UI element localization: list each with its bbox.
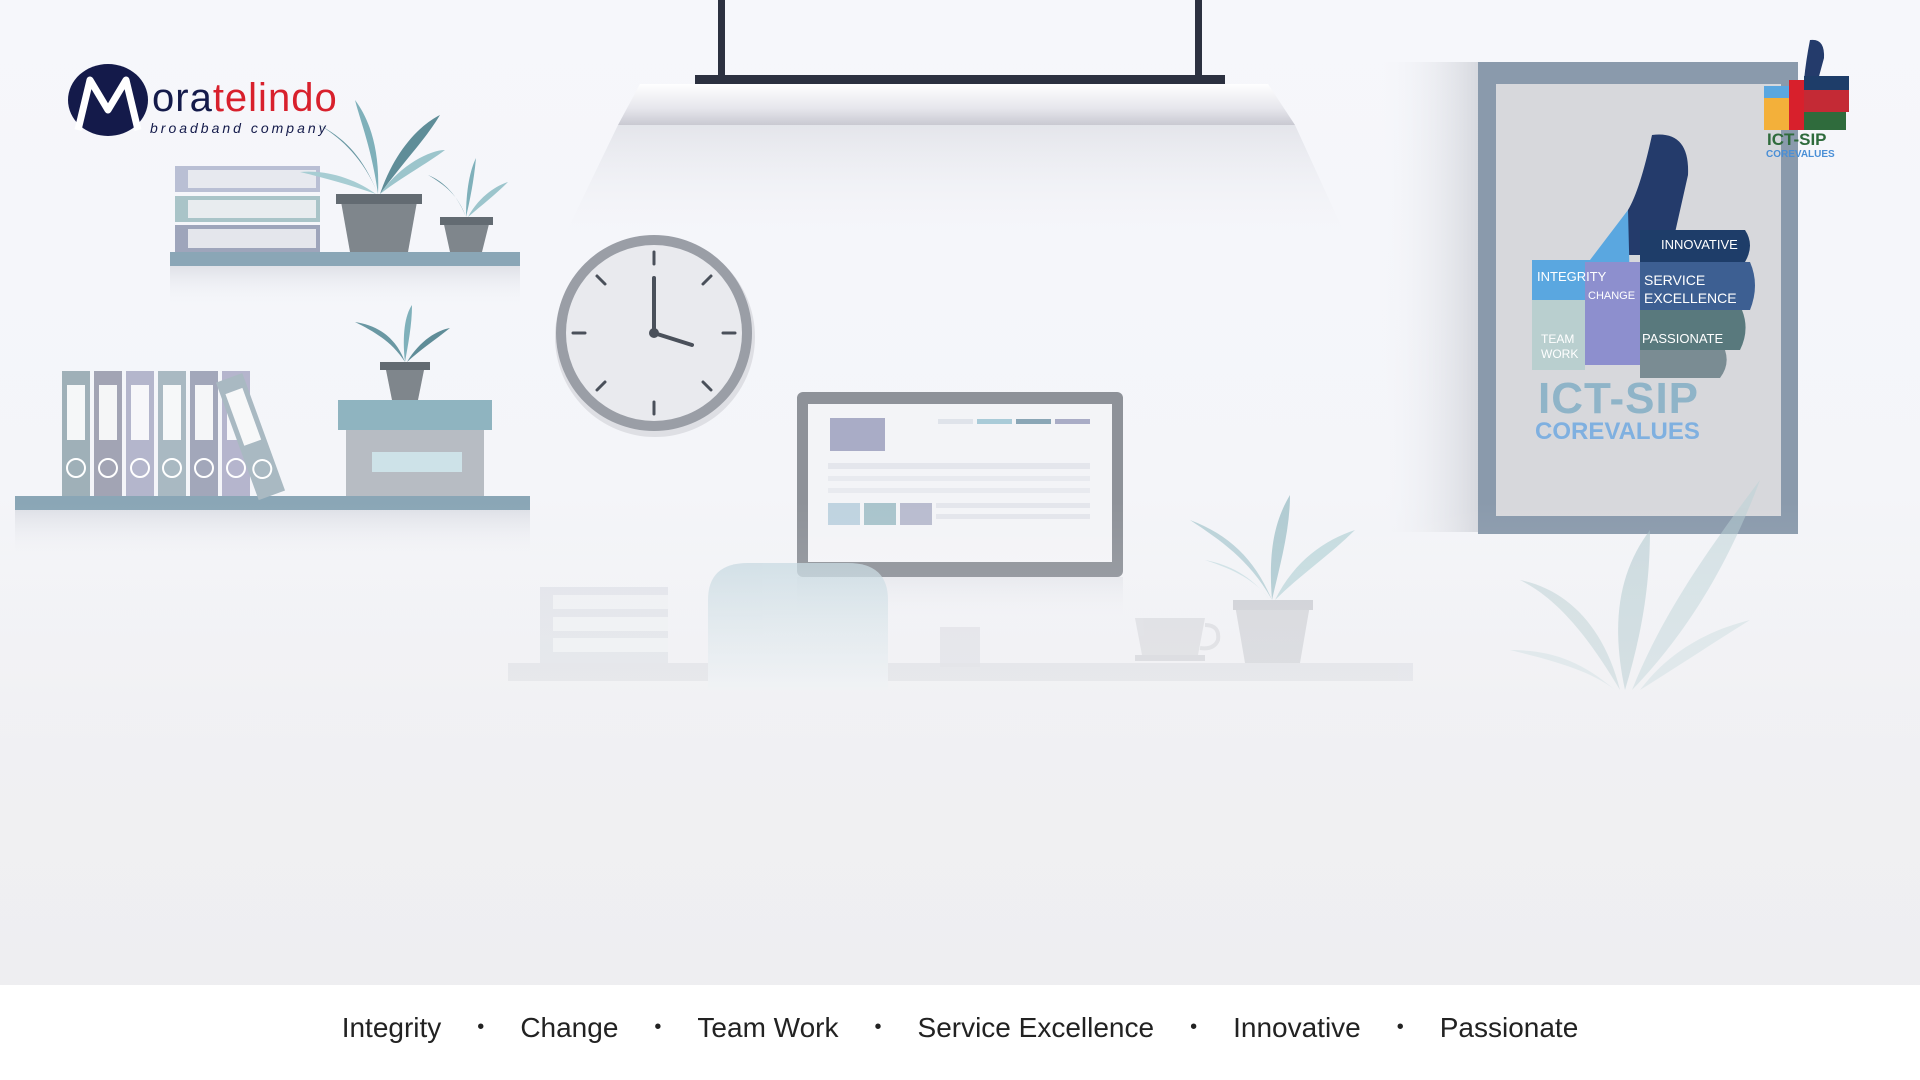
- poster-label-passionate: PASSIONATE: [1642, 331, 1724, 346]
- poster-label-work: WORK: [1541, 347, 1579, 361]
- poster-label-change: CHANGE: [1588, 290, 1636, 302]
- value-integrity: Integrity: [341, 1011, 442, 1043]
- corner-badge-title: ICT-SIP: [1767, 130, 1827, 149]
- office-background: INNOVATIVE INTEGRITY CHANGE SERVICE EXCE…: [0, 0, 1920, 985]
- poster-label-integrity: INTEGRITY: [1537, 269, 1607, 284]
- separator-dot: •: [1396, 1016, 1404, 1038]
- separator-dot: •: [477, 1016, 485, 1038]
- binders: [62, 371, 286, 501]
- logo-tagline: broadband company: [150, 120, 329, 136]
- logo-wordmark-red: telindo: [212, 76, 338, 120]
- moratelindo-logo: oratelindo broadband company: [68, 62, 368, 142]
- poster-title: ICT-SIP: [1538, 374, 1700, 423]
- ceiling-lamp: [560, 0, 1350, 245]
- wall-clock: [555, 235, 755, 437]
- poster-label-innovative: INNOVATIVE: [1661, 237, 1738, 252]
- poster-label-excellence: EXCELLENCE: [1644, 290, 1737, 306]
- value-team-work: Team Work: [697, 1011, 839, 1043]
- value-change: Change: [520, 1011, 619, 1043]
- storage-box: [338, 400, 492, 496]
- value-passionate: Passionate: [1439, 1011, 1579, 1043]
- logo-m-mark-icon: [68, 64, 148, 136]
- value-innovative: Innovative: [1233, 1011, 1361, 1043]
- corner-badge-subtitle: COREVALUES: [1766, 149, 1835, 160]
- office-illustration: [0, 0, 1920, 985]
- core-values-list: Integrity • Change • Team Work • Service…: [314, 1012, 1607, 1044]
- separator-dot: •: [1190, 1016, 1198, 1038]
- core-values-footer: Integrity • Change • Team Work • Service…: [0, 985, 1920, 1080]
- logo-wordmark-dark: ora: [152, 76, 213, 120]
- poster-label-service: SERVICE: [1644, 272, 1706, 288]
- logo-wordmark: oratelindo: [152, 76, 338, 121]
- separator-dot: •: [874, 1016, 882, 1038]
- separator-dot: •: [654, 1016, 662, 1038]
- poster-subtitle: COREVALUES: [1535, 418, 1700, 445]
- poster-label-team: TEAM: [1541, 332, 1575, 346]
- value-service-excellence: Service Excellence: [917, 1011, 1155, 1043]
